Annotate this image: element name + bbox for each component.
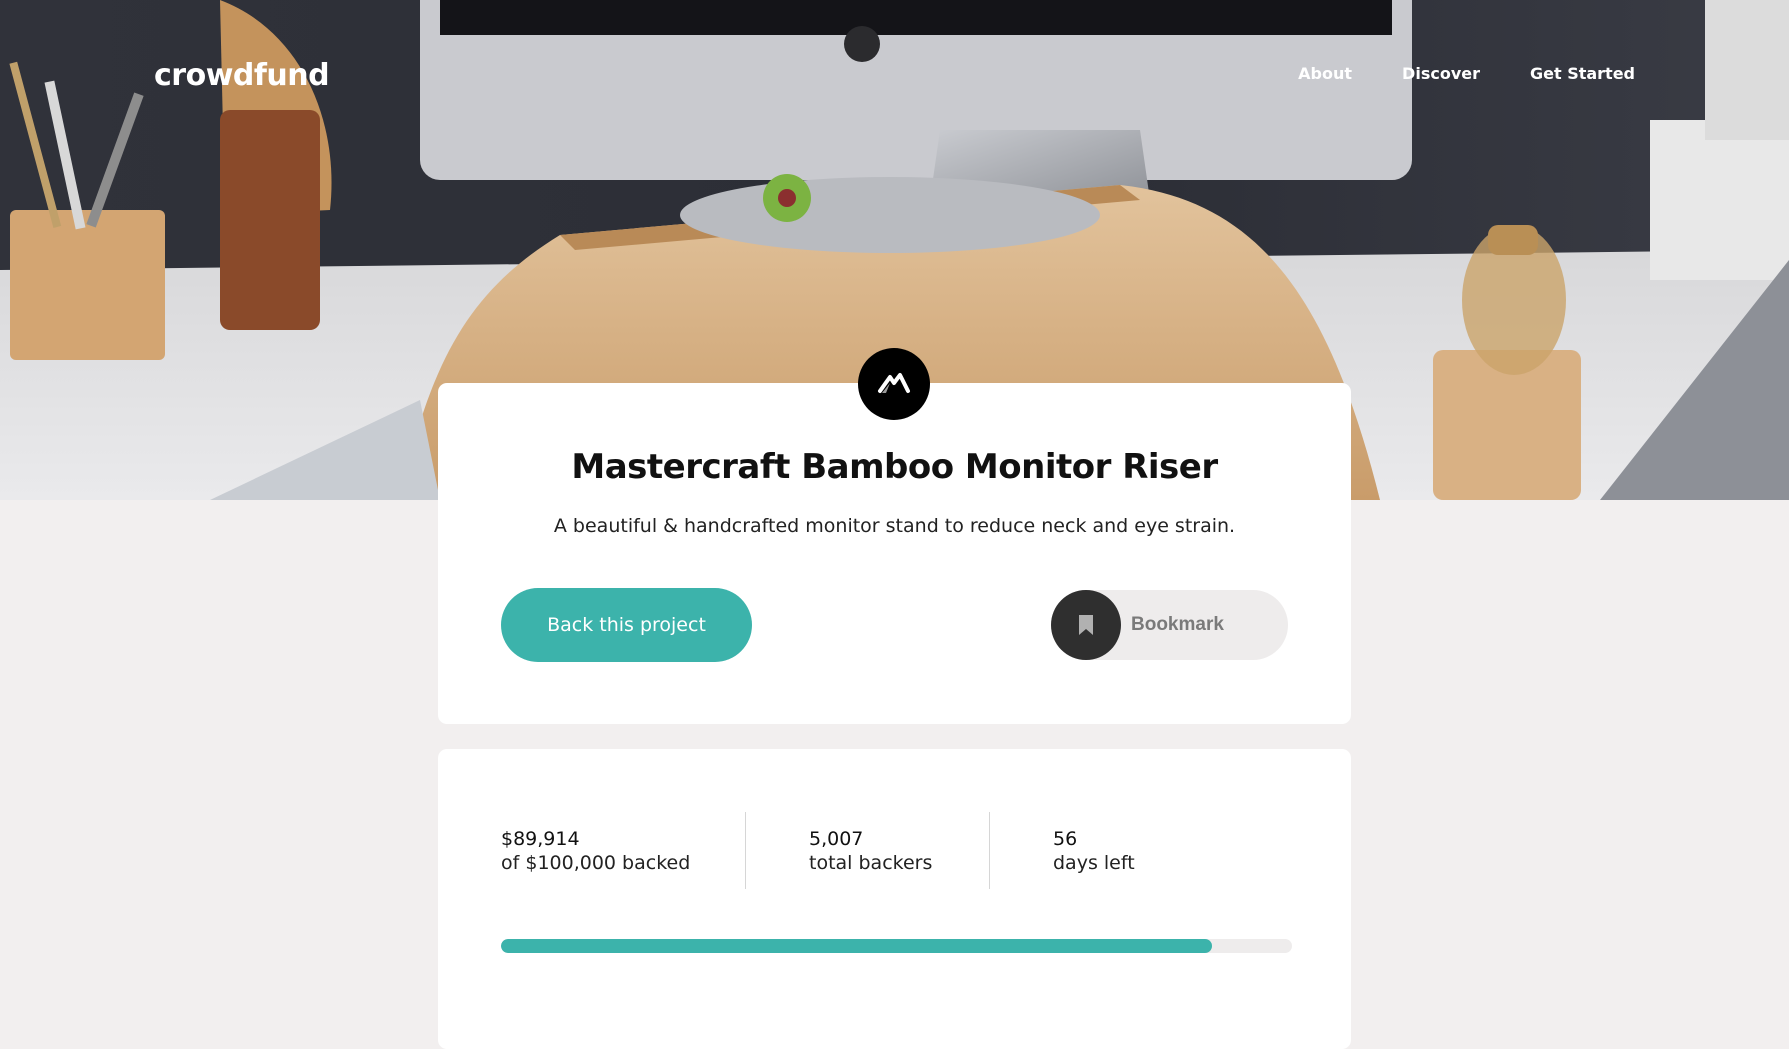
stats-card: $89,914 of $100,000 backed 5,007 total b… — [438, 749, 1351, 1049]
stats-row: $89,914 of $100,000 backed 5,007 total b… — [501, 812, 1239, 889]
nav-get-started[interactable]: Get Started — [1530, 64, 1635, 83]
stat-backed-label: of $100,000 backed — [501, 851, 691, 874]
progress-fill — [501, 939, 1213, 953]
stat-backers: 5,007 total backers — [745, 812, 989, 889]
project-description: A beautiful & handcrafted monitor stand … — [553, 515, 1236, 537]
main-nav: About Discover Get Started — [1298, 64, 1635, 83]
stat-backers-label: total backers — [809, 851, 933, 874]
stat-backed: $89,914 of $100,000 backed — [501, 812, 745, 889]
project-card: Mastercraft Bamboo Monitor Riser A beaut… — [438, 383, 1351, 724]
site-logo[interactable]: crowdfund — [154, 58, 330, 93]
stat-days-label: days left — [1053, 851, 1135, 874]
bookmark-icon — [1051, 590, 1121, 660]
bookmark-label: Bookmark — [1131, 614, 1224, 635]
project-title: Mastercraft Bamboo Monitor Riser — [571, 447, 1218, 487]
nav-discover[interactable]: Discover — [1402, 64, 1480, 83]
progress-bar — [501, 939, 1292, 953]
stat-days: 56 days left — [989, 812, 1239, 889]
stat-backers-value: 5,007 — [809, 827, 864, 850]
nav-about[interactable]: About — [1298, 64, 1352, 83]
stat-days-value: 56 — [1053, 827, 1078, 850]
bookmark-button[interactable]: Bookmark — [1051, 590, 1288, 660]
stat-backed-value: $89,914 — [501, 827, 580, 850]
mastercraft-logo-icon — [858, 348, 930, 420]
back-project-button[interactable]: Back this project — [501, 588, 752, 662]
